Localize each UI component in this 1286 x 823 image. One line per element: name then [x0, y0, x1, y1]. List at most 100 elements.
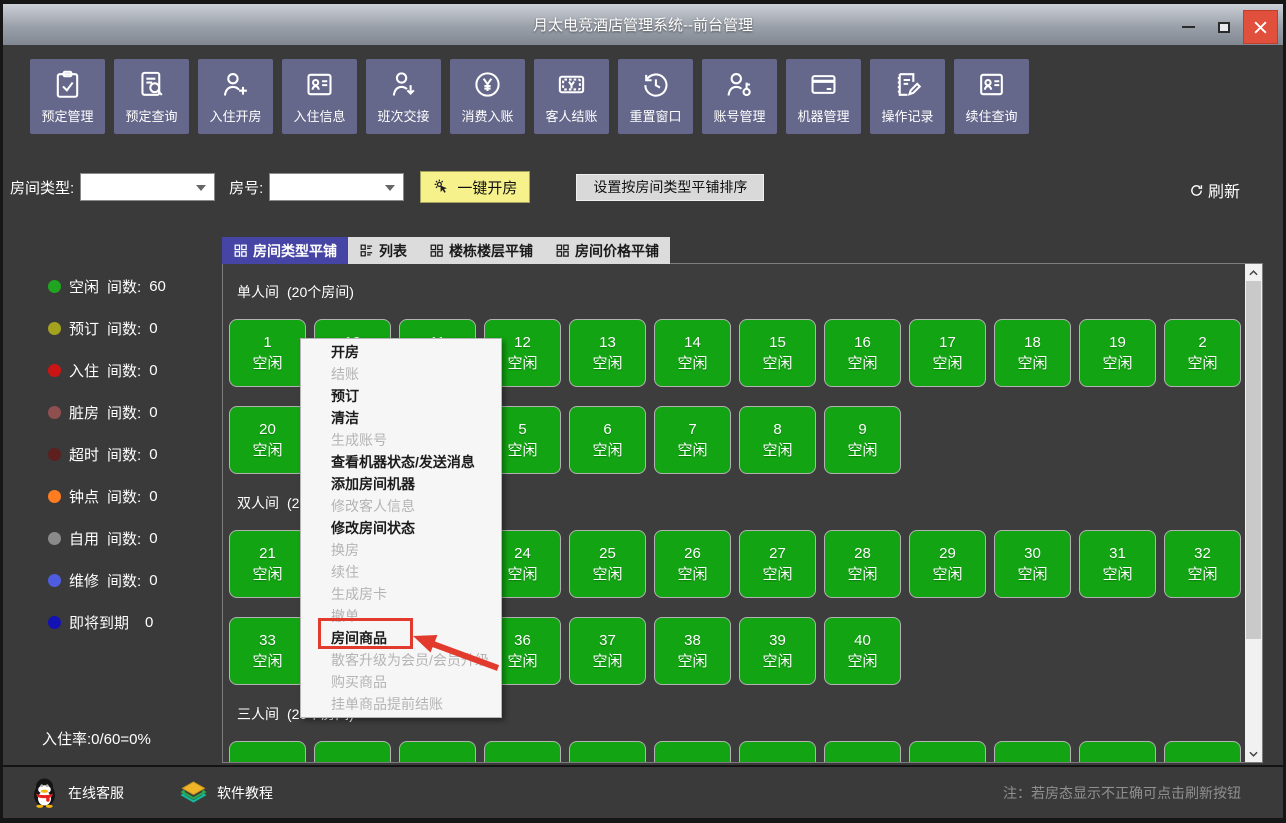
scrollbar[interactable] [1245, 264, 1262, 762]
room-status: 空闲 [592, 440, 622, 461]
room-tile[interactable] [994, 741, 1071, 762]
room-tile[interactable]: 8空闲 [739, 406, 816, 474]
maximize-button[interactable] [1211, 12, 1237, 42]
room-tile[interactable]: 13空闲 [569, 319, 646, 387]
menu-item[interactable]: 续住 [301, 561, 501, 583]
legend-item: 入住间数:0 [48, 356, 222, 384]
toolbar-button[interactable]: 机器管理 [786, 59, 861, 134]
room-tile[interactable]: 19空闲 [1079, 319, 1156, 387]
room-tile[interactable]: 33空闲 [229, 617, 306, 685]
refresh-button[interactable]: 刷新 [1189, 178, 1240, 202]
yen-circle-icon [472, 69, 503, 100]
room-type-select[interactable] [80, 173, 215, 201]
room-tile[interactable]: 30空闲 [994, 530, 1071, 598]
online-service-link[interactable]: 在线客服 [68, 783, 124, 803]
room-tile[interactable]: 26空闲 [654, 530, 731, 598]
room-tile[interactable] [909, 741, 986, 762]
room-tile[interactable]: 14空闲 [654, 319, 731, 387]
room-tile[interactable]: 37空闲 [569, 617, 646, 685]
room-tile[interactable]: 15空闲 [739, 319, 816, 387]
room-tile[interactable]: 6空闲 [569, 406, 646, 474]
toolbar-button[interactable]: 消费入账 [450, 59, 525, 134]
menu-item[interactable]: 开房 [301, 341, 501, 363]
toolbar-button[interactable]: 操作记录 [870, 59, 945, 134]
room-tile[interactable]: 21空闲 [229, 530, 306, 598]
toolbar-button[interactable]: 预定查询 [114, 59, 189, 134]
menu-item[interactable]: 生成房卡 [301, 583, 501, 605]
menu-item[interactable]: 挂单商品提前结账 [301, 693, 501, 715]
room-tile[interactable]: 38空闲 [654, 617, 731, 685]
room-tile[interactable]: 18空闲 [994, 319, 1071, 387]
room-tile[interactable]: 27空闲 [739, 530, 816, 598]
close-button[interactable] [1243, 10, 1278, 44]
room-tile[interactable] [824, 741, 901, 762]
room-tile[interactable] [399, 741, 476, 762]
legend-count-prefix: 间数: [107, 360, 141, 381]
room-tile[interactable]: 7空闲 [654, 406, 731, 474]
menu-item[interactable]: 换房 [301, 539, 501, 561]
room-tile[interactable] [229, 741, 306, 762]
toolbar-button[interactable]: 客人结账 [534, 59, 609, 134]
room-tile[interactable] [314, 741, 391, 762]
scroll-down-button[interactable] [1245, 745, 1262, 762]
room-tile[interactable]: 40空闲 [824, 617, 901, 685]
room-tile[interactable] [739, 741, 816, 762]
menu-item[interactable]: 预订 [301, 385, 501, 407]
toolbar-button[interactable]: 重置窗口 [618, 59, 693, 134]
person-key-icon [724, 69, 755, 100]
menu-item[interactable]: 清洁 [301, 407, 501, 429]
room-tile[interactable]: 1空闲 [229, 319, 306, 387]
status-dot [48, 448, 61, 461]
legend-item: 空闲间数:60 [48, 272, 222, 300]
room-tile[interactable]: 2空闲 [1164, 319, 1241, 387]
view-tab[interactable]: 房间类型平铺 [222, 237, 348, 264]
window-title: 月太电竞酒店管理系统--前台管理 [3, 4, 1283, 45]
menu-item[interactable]: 生成账号 [301, 429, 501, 451]
room-tile[interactable]: 28空闲 [824, 530, 901, 598]
legend-item: 预订间数:0 [48, 314, 222, 342]
toolbar-button[interactable]: 账号管理 [702, 59, 777, 134]
room-status: 空闲 [677, 440, 707, 461]
legend-count-value: 0 [149, 488, 157, 505]
room-tile[interactable] [1164, 741, 1241, 762]
sort-layout-button[interactable]: 设置按房间类型平铺排序 [576, 174, 764, 201]
room-tile[interactable] [484, 741, 561, 762]
menu-item[interactable]: 结账 [301, 363, 501, 385]
room-tile[interactable] [1079, 741, 1156, 762]
room-no-select[interactable] [269, 173, 404, 201]
room-number: 40 [854, 630, 871, 651]
room-number: 21 [259, 543, 276, 564]
toolbar-button[interactable]: 续住查询 [954, 59, 1029, 134]
minimize-button[interactable] [1175, 12, 1201, 42]
menu-item[interactable]: 添加房间机器 [301, 473, 501, 495]
room-tile[interactable] [654, 741, 731, 762]
grid-icon [233, 243, 248, 258]
toolbar-button[interactable]: 入住信息 [282, 59, 357, 134]
room-number: 19 [1109, 332, 1126, 353]
room-tile[interactable]: 9空闲 [824, 406, 901, 474]
menu-item[interactable]: 查看机器状态/发送消息 [301, 451, 501, 473]
room-tile[interactable]: 25空闲 [569, 530, 646, 598]
room-tile[interactable]: 16空闲 [824, 319, 901, 387]
room-tile[interactable]: 32空闲 [1164, 530, 1241, 598]
tutorial-link[interactable]: 软件教程 [217, 783, 273, 803]
room-tile[interactable]: 20空闲 [229, 406, 306, 474]
room-tile[interactable]: 39空闲 [739, 617, 816, 685]
toolbar-button[interactable]: 预定管理 [30, 59, 105, 134]
scroll-thumb[interactable] [1246, 281, 1261, 639]
view-tab[interactable]: 楼栋楼层平铺 [418, 237, 544, 264]
scroll-up-button[interactable] [1245, 264, 1262, 281]
menu-item[interactable]: 修改房间状态 [301, 517, 501, 539]
chevron-down-icon [385, 185, 395, 191]
toolbar-button[interactable]: 班次交接 [366, 59, 441, 134]
one-key-open-button[interactable]: 一键开房 [420, 171, 530, 203]
room-tile[interactable] [569, 741, 646, 762]
room-tile[interactable]: 29空闲 [909, 530, 986, 598]
toolbar-button[interactable]: 入住开房 [198, 59, 273, 134]
view-tab[interactable]: 房间价格平铺 [544, 237, 670, 264]
room-tile[interactable]: 17空闲 [909, 319, 986, 387]
room-tile[interactable]: 31空闲 [1079, 530, 1156, 598]
menu-item[interactable]: 修改客人信息 [301, 495, 501, 517]
room-number: 2 [1198, 332, 1206, 353]
view-tab[interactable]: 列表 [348, 237, 418, 264]
